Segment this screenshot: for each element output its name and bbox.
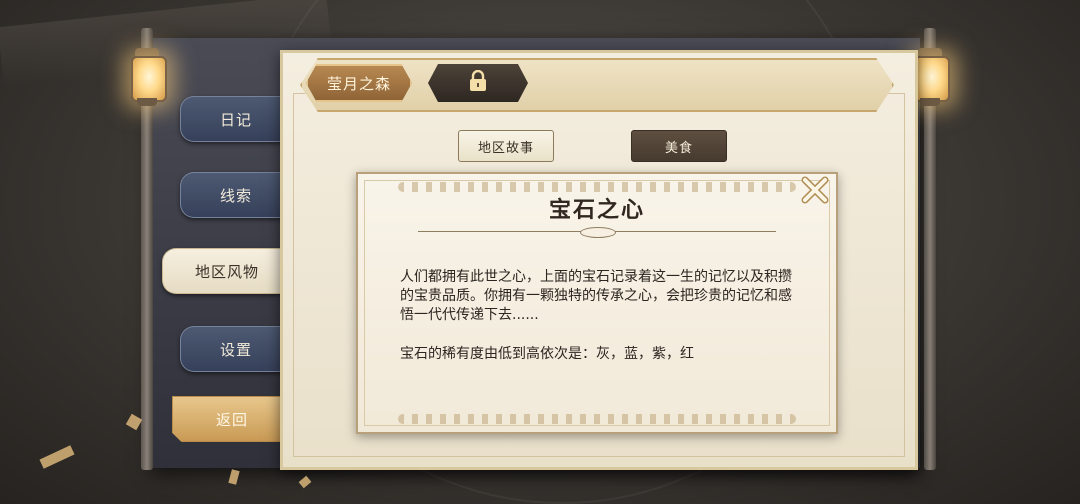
subtab-story-label: 地区故事	[477, 140, 534, 156]
tab-locked-region[interactable]	[428, 64, 528, 102]
detail-card: 宝石之心 人们都拥有此世之心，上面的宝石记录着这一生的记忆以及积攒的宝贵品质。你…	[356, 172, 838, 434]
back-button-label: 返回	[215, 410, 248, 429]
tab-diary[interactable]: 日记	[180, 96, 291, 142]
card-ornament-bottom	[398, 414, 796, 424]
falling-leaf-icon	[125, 413, 143, 431]
subtab-regional-story[interactable]: 地区故事	[458, 130, 554, 162]
tab-regional-label: 地区风物	[194, 262, 259, 281]
subtab-food-label: 美食	[664, 140, 693, 156]
tab-region-moonlight-forest[interactable]: 莹月之森	[306, 64, 412, 102]
card-paragraph-2: 宝石的稀有度由低到高依次是：灰，蓝，紫，红	[400, 346, 694, 362]
region-tab-label: 莹月之森	[326, 74, 391, 93]
card-body: 人们都拥有此世之心，上面的宝石记录着这一生的记忆以及积攒的宝贵品质。你拥有一颗独…	[400, 268, 802, 384]
falling-leaf-icon	[298, 475, 312, 489]
card-title: 宝石之心	[548, 198, 645, 223]
tab-settings-label: 设置	[219, 340, 252, 359]
divider-ornament	[580, 227, 616, 238]
card-ornament-top	[398, 182, 796, 192]
tab-regional[interactable]: 地区风物	[162, 248, 291, 294]
falling-leaf-icon	[39, 445, 75, 469]
tab-settings[interactable]: 设置	[180, 326, 291, 372]
close-icon	[800, 175, 830, 209]
right-lantern-icon	[914, 48, 950, 106]
falling-leaf-icon	[228, 469, 240, 485]
tab-clues-label: 线索	[219, 186, 252, 205]
lock-icon	[468, 69, 488, 96]
card-paragraph-1: 人们都拥有此世之心，上面的宝石记录着这一生的记忆以及积攒的宝贵品质。你拥有一颗独…	[400, 269, 792, 323]
close-button[interactable]	[797, 174, 833, 210]
tab-clues[interactable]: 线索	[180, 172, 291, 218]
tab-diary-label: 日记	[219, 110, 252, 129]
subtab-food[interactable]: 美食	[631, 130, 727, 162]
left-lantern-icon	[131, 48, 167, 106]
back-button[interactable]: 返回	[172, 396, 291, 442]
